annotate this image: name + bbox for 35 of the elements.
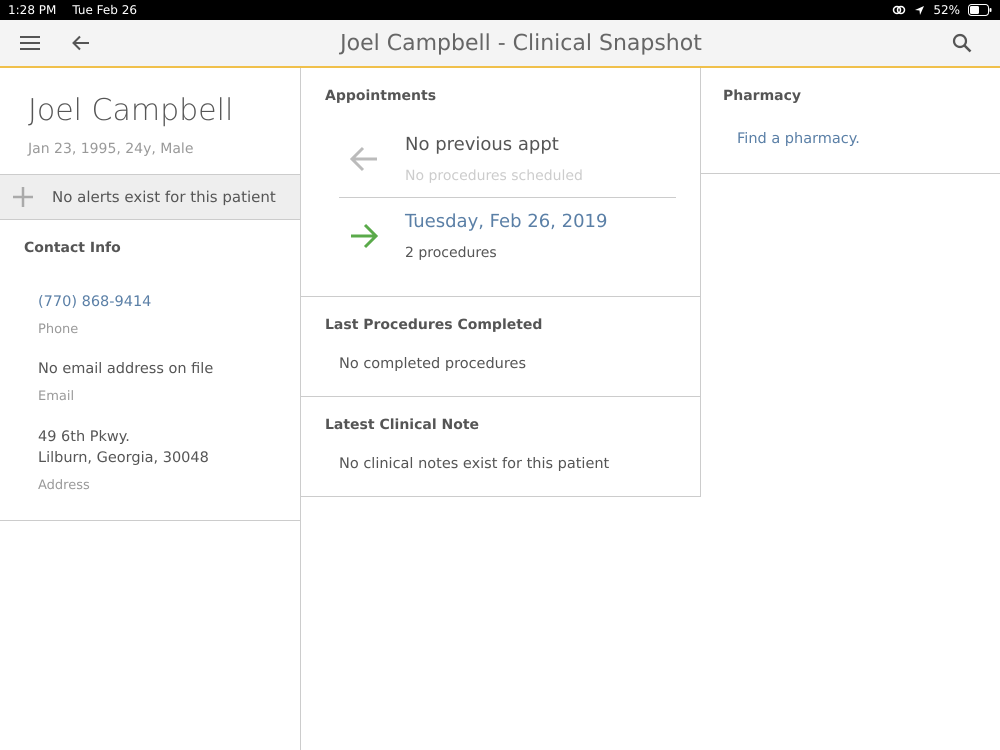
search-icon xyxy=(952,33,972,53)
left-arrow-icon xyxy=(349,146,379,172)
pharmacy-link[interactable]: Find a pharmacy. xyxy=(737,129,860,151)
section-title: Pharmacy xyxy=(723,87,802,106)
appointment-row[interactable]: Tuesday, Feb 26, 2019 2 procedures xyxy=(339,197,676,274)
section-title: Last Procedures Completed xyxy=(325,316,544,335)
link-icon xyxy=(892,5,906,15)
contact-label: Email xyxy=(38,388,76,406)
alert-bar[interactable]: No alerts exist for this patient xyxy=(0,174,300,220)
battery-icon xyxy=(968,4,992,16)
appointment-title: Tuesday, Feb 26, 2019 xyxy=(405,210,608,234)
section-text: No completed procedures xyxy=(339,355,527,374)
back-arrow-icon xyxy=(72,35,90,51)
section-text: No clinical notes exist for this patient xyxy=(339,454,610,474)
section-title: Latest Clinical Note xyxy=(325,416,480,435)
contact-label: Address xyxy=(38,477,91,495)
patient-details: Jan 23, 1995, 24y, Male xyxy=(28,140,194,159)
status-time: 1:28 PM xyxy=(8,2,56,19)
section-title: Contact Info xyxy=(24,239,122,258)
phone-link[interactable]: (770) 868-9414 xyxy=(38,292,152,314)
section-title: Appointments xyxy=(325,87,438,106)
contact-value: No email address on file xyxy=(38,360,214,380)
contact-value: 49 6th Pkwy. Lilburn, Georgia, 30048 xyxy=(38,428,210,468)
appointment-subtitle: 2 procedures xyxy=(405,244,498,263)
patient-name: Joel Campbell xyxy=(28,92,234,130)
page-title: Joel Campbell - Clinical Snapshot xyxy=(338,30,703,58)
location-arrow-icon xyxy=(914,4,926,16)
appointment-title: No previous appt xyxy=(405,133,560,157)
alert-text: No alerts exist for this patient xyxy=(52,186,276,208)
battery-percent: 52% xyxy=(933,2,960,19)
plus-icon xyxy=(12,186,34,208)
contact-label: Phone xyxy=(38,320,80,339)
right-arrow-icon xyxy=(349,223,379,249)
menu-icon xyxy=(20,35,40,51)
status-date: Tue Feb 26 xyxy=(72,2,137,19)
